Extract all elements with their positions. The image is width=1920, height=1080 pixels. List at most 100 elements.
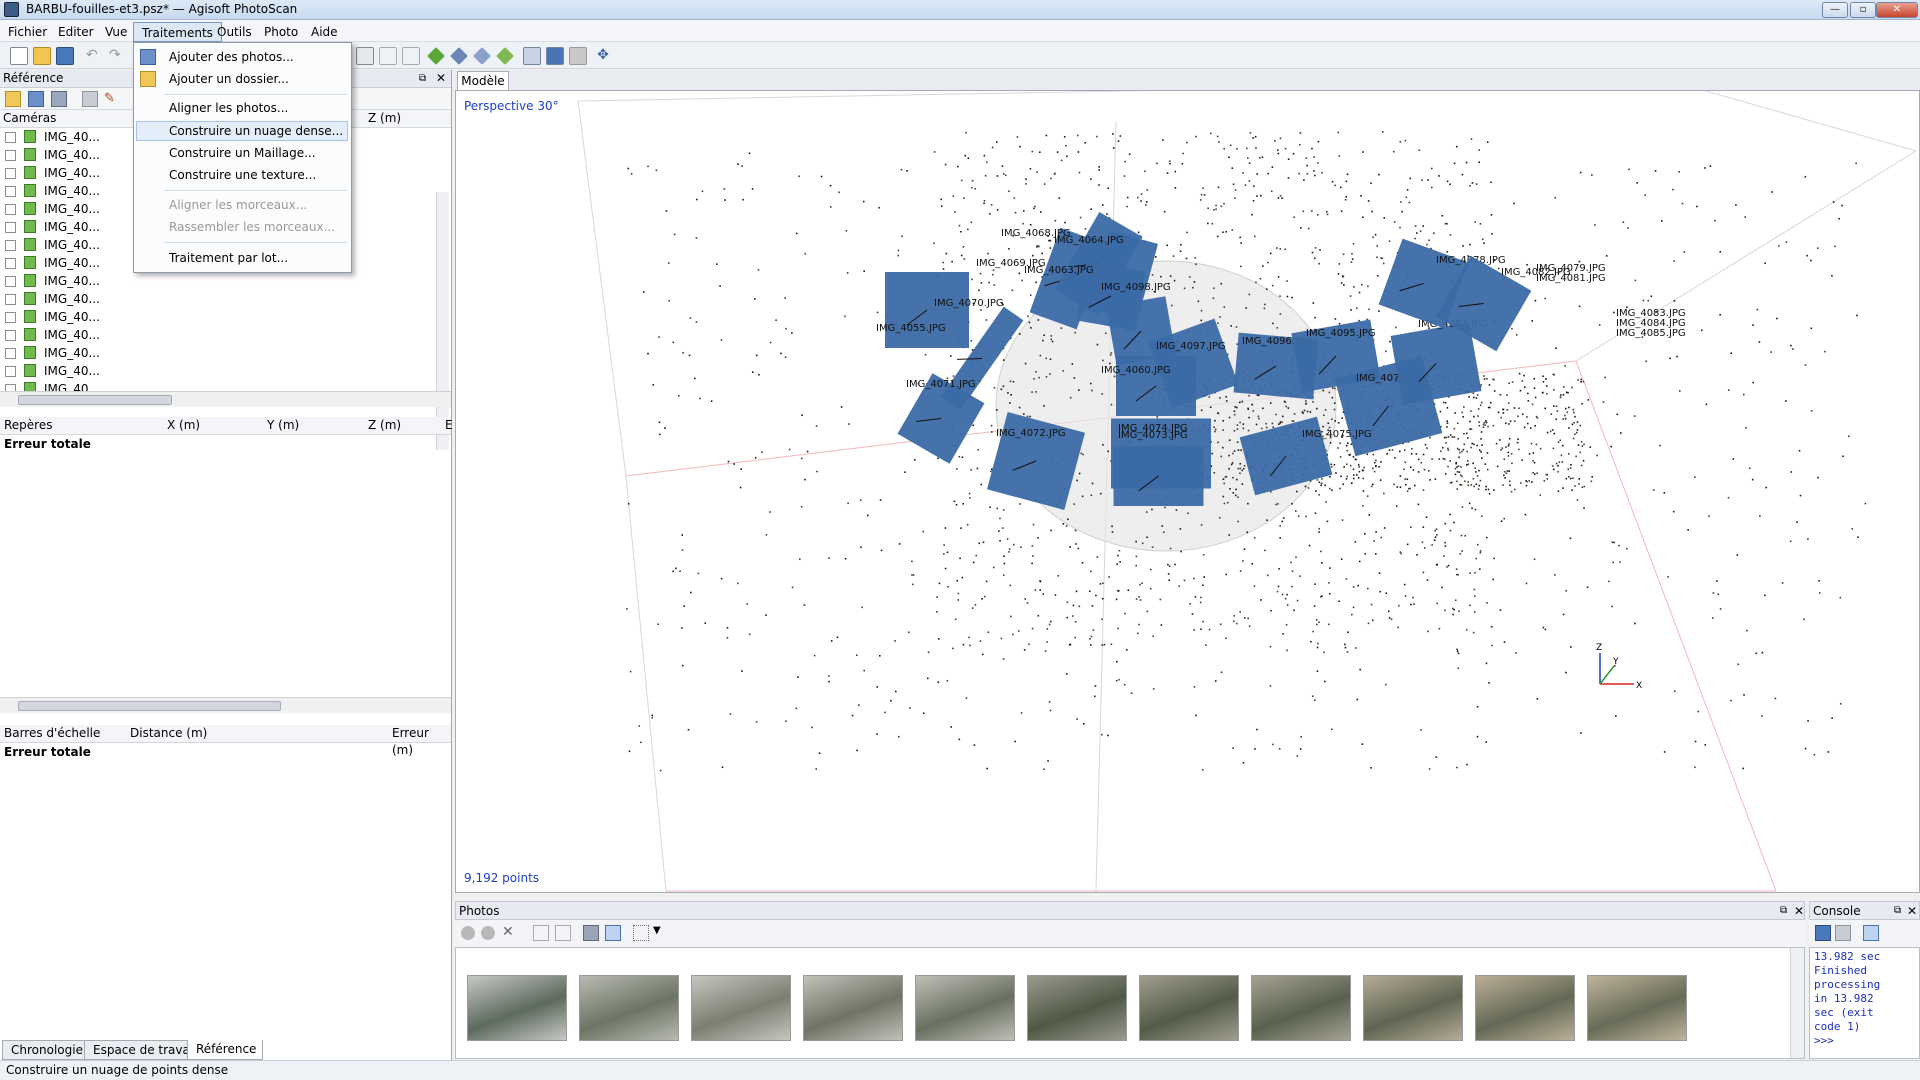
menu-aide[interactable]: Aide [303, 22, 346, 42]
col-x[interactable]: X (m) [167, 417, 200, 434]
camera-checkbox[interactable] [5, 312, 16, 323]
grid-view-icon[interactable] [356, 47, 374, 65]
menuitem-construire-maillage[interactable]: Construire un Maillage... [169, 143, 316, 163]
markers-hscroll-thumb[interactable] [18, 701, 281, 711]
camera-checkbox[interactable] [5, 240, 16, 251]
menuitem-ajouter-dossier[interactable]: Ajouter un dossier... [169, 69, 289, 89]
save-log-icon[interactable] [1815, 925, 1831, 941]
camera-checkbox[interactable] [5, 330, 16, 341]
menuitem-construire-nuage-dense[interactable]: Construire un nuage dense... [169, 121, 343, 141]
panel-close-icon[interactable]: ✕ [436, 70, 446, 87]
camera-checkbox[interactable] [5, 204, 16, 215]
camera-checkbox[interactable] [5, 276, 16, 287]
run-script-icon[interactable] [1863, 925, 1879, 941]
undo-icon[interactable]: ↶ [86, 47, 104, 65]
camera-row[interactable]: IMG_40... [0, 344, 451, 362]
camera-row[interactable]: IMG_40... [0, 308, 451, 326]
col-reperes[interactable]: Repères [4, 417, 53, 434]
camera-checkbox[interactable] [5, 132, 16, 143]
camera-row[interactable]: IMG_40... [0, 362, 451, 380]
camera-row[interactable]: IMG_40... [0, 380, 451, 391]
menuitem-ajouter-photos[interactable]: Ajouter des photos... [169, 47, 294, 67]
point-cloud-scene[interactable]: IMG_4055.JPGIMG_4069.JPGIMG_4068.JPGIMG_… [456, 91, 1919, 892]
col-erreur[interactable]: Erreur (m) [392, 725, 451, 759]
photos-undock-icon[interactable]: ⧉ [1780, 902, 1787, 920]
console-undock-icon[interactable]: ⧉ [1894, 902, 1901, 920]
redo-icon[interactable]: ↷ [109, 47, 127, 65]
grid-small-icon[interactable] [379, 47, 397, 65]
camera-checkbox[interactable] [5, 222, 16, 233]
model-viewport[interactable]: IMG_4055.JPG IMG_4069.JPG IMG_4068.JPG IMG_… [455, 90, 1920, 893]
show-cameras-icon[interactable] [523, 47, 541, 65]
menu-outils[interactable]: Outils [209, 22, 260, 42]
menuitem-construire-texture[interactable]: Construire une texture... [169, 165, 316, 185]
photo-thumbnail[interactable] [1251, 975, 1351, 1041]
photo-thumbnail[interactable] [691, 975, 791, 1041]
calculator-icon[interactable] [82, 91, 98, 107]
menu-vue[interactable]: Vue [97, 22, 135, 42]
grid-dense-icon[interactable] [402, 47, 420, 65]
new-file-icon[interactable] [10, 47, 28, 65]
col-e[interactable]: E [445, 417, 453, 434]
menu-fichier[interactable]: Fichier [0, 22, 55, 42]
camera-checkbox[interactable] [5, 294, 16, 305]
undock-icon[interactable]: ⧉ [419, 70, 426, 87]
save-icon[interactable] [56, 47, 74, 65]
menu-photo[interactable]: Photo [256, 22, 306, 42]
photos-close-icon[interactable]: ✕ [1794, 902, 1804, 920]
photo-thumbnail[interactable] [1587, 975, 1687, 1041]
show-region-icon[interactable] [569, 47, 587, 65]
col-z-markers[interactable]: Z (m) [368, 417, 401, 434]
tab-modele[interactable]: Modèle [457, 71, 509, 91]
show-markers-icon[interactable] [546, 47, 564, 65]
navigation-icon[interactable]: ✥ [594, 47, 612, 65]
maximize-button[interactable]: ▫ [1850, 2, 1876, 18]
import-icon[interactable] [5, 91, 21, 107]
tab-reference[interactable]: Référence [187, 1040, 263, 1060]
col-z[interactable]: Z (m) [368, 110, 401, 127]
rotate-left-icon[interactable] [533, 925, 549, 941]
camera-checkbox[interactable] [5, 150, 16, 161]
update-icon[interactable] [51, 91, 67, 107]
tab-chronologie[interactable]: Chronologie [2, 1040, 92, 1060]
markers-hscroll[interactable] [0, 697, 451, 713]
close-button[interactable]: ✕ [1876, 2, 1918, 18]
menuitem-traitement-par-lot[interactable]: Traitement par lot... [169, 248, 288, 268]
camera-row[interactable]: IMG_40... [0, 272, 451, 290]
reset-filter-icon[interactable] [605, 925, 621, 941]
camera-row[interactable]: IMG_40... [0, 290, 451, 308]
camera-checkbox[interactable] [5, 186, 16, 197]
console-close-icon[interactable]: ✕ [1907, 902, 1917, 920]
remove-icon[interactable]: ✕ [502, 924, 514, 940]
camera-checkbox[interactable] [5, 258, 16, 269]
photo-thumbnail[interactable] [579, 975, 679, 1041]
menuitem-aligner-photos[interactable]: Aligner les photos... [169, 98, 288, 118]
disable-camera-icon[interactable] [481, 926, 495, 940]
cameras-hscroll-thumb[interactable] [18, 395, 172, 405]
photo-thumbnail[interactable] [1475, 975, 1575, 1041]
open-folder-icon[interactable] [33, 47, 51, 65]
brush-icon[interactable]: ✎ [104, 91, 120, 107]
rotate-right-icon[interactable] [555, 925, 571, 941]
clear-log-icon[interactable] [1835, 925, 1851, 941]
photo-thumbnail[interactable] [1363, 975, 1463, 1041]
camera-checkbox[interactable] [5, 384, 16, 391]
camera-checkbox[interactable] [5, 168, 16, 179]
col-distance[interactable]: Distance (m) [130, 725, 207, 742]
camera-row[interactable]: IMG_40... [0, 326, 451, 344]
photo-thumbnail[interactable] [467, 975, 567, 1041]
menuitem-aligner-morceaux[interactable]: Aligner les morceaux... [169, 195, 307, 215]
photo-thumbnail[interactable] [1139, 975, 1239, 1041]
console-output[interactable]: 13.982 sec Finished processing in 13.982… [1809, 947, 1920, 1059]
enable-camera-icon[interactable] [461, 926, 475, 940]
cameras-vscroll[interactable] [436, 192, 449, 450]
chevron-down-icon[interactable]: ▼ [653, 925, 661, 936]
photo-thumbnail[interactable] [1027, 975, 1127, 1041]
export-icon[interactable] [28, 91, 44, 107]
col-y[interactable]: Y (m) [267, 417, 299, 434]
menuitem-rassembler-morceaux[interactable]: Rassembler les morceaux... [169, 217, 335, 237]
cameras-hscroll[interactable] [0, 391, 451, 407]
col-cameras[interactable]: Caméras [3, 110, 56, 127]
minimize-button[interactable]: — [1822, 2, 1848, 18]
photo-thumbnail[interactable] [915, 975, 1015, 1041]
